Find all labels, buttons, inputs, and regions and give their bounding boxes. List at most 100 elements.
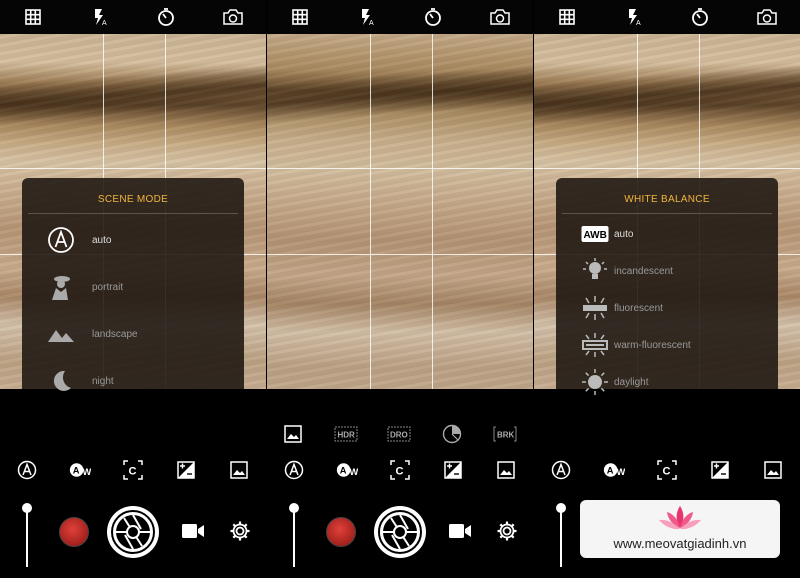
- photo-mode-icon[interactable]: [762, 459, 784, 481]
- photo-mode-icon[interactable]: [228, 459, 250, 481]
- warm-fluorescent-icon: [580, 330, 610, 360]
- flash-auto-icon[interactable]: A: [623, 6, 645, 28]
- option-label: incandescent: [614, 265, 673, 277]
- wb-option-daylight[interactable]: daylight: [556, 362, 778, 402]
- timer-icon[interactable]: [155, 6, 177, 28]
- capture-bar: [267, 495, 533, 578]
- option-label: portrait: [92, 281, 124, 293]
- lotus-logo-icon: [659, 506, 701, 530]
- slider-knob[interactable]: [556, 503, 566, 513]
- grid-line: [534, 168, 800, 169]
- scene-mode-icon[interactable]: [283, 459, 305, 481]
- settings-gear-icon[interactable]: [229, 520, 251, 547]
- option-label: warm-fluorescent: [614, 339, 691, 351]
- sun-icon: [580, 367, 610, 397]
- grid-line: [432, 34, 433, 389]
- mode-toolbar: AW C: [534, 455, 800, 485]
- record-button[interactable]: [326, 517, 356, 547]
- grid-icon[interactable]: [556, 6, 578, 28]
- wb-option-incandescent[interactable]: incandescent: [556, 251, 778, 291]
- grid-line: [267, 254, 533, 255]
- slider-knob[interactable]: [289, 503, 299, 513]
- zoom-slider[interactable]: [22, 503, 32, 567]
- svg-text:A: A: [73, 465, 80, 475]
- watermark: www.meovatgiadinh.vn: [580, 500, 780, 558]
- popup-title: SCENE MODE: [28, 178, 238, 214]
- svg-text:A: A: [102, 20, 107, 26]
- svg-text:AWB: AWB: [584, 230, 607, 241]
- photo-mode-icon[interactable]: [280, 423, 306, 445]
- exposure-icon[interactable]: [442, 459, 464, 481]
- focus-bracketing-icon[interactable]: [439, 423, 465, 445]
- option-label: fluorescent: [614, 302, 663, 314]
- auto-a-icon: [46, 225, 76, 255]
- color-effect-icon[interactable]: C: [389, 459, 411, 481]
- wb-option-fluorescent[interactable]: fluorescent: [556, 288, 778, 328]
- timer-icon[interactable]: [689, 6, 711, 28]
- exposure-icon[interactable]: [175, 459, 197, 481]
- color-effect-icon[interactable]: C: [122, 459, 144, 481]
- settings-gear-icon[interactable]: [496, 520, 518, 547]
- scene-option-auto[interactable]: auto: [22, 220, 244, 260]
- grid-icon[interactable]: [22, 6, 44, 28]
- camera-switch-icon[interactable]: [756, 6, 778, 28]
- camera-screen-scene-mode: A SCENE MODE auto portrait landscape nig…: [0, 0, 266, 578]
- brk-icon[interactable]: BRK: [492, 423, 518, 445]
- grid-icon[interactable]: [289, 6, 311, 28]
- exposure-icon[interactable]: [709, 459, 731, 481]
- scene-option-portrait[interactable]: portrait: [22, 267, 244, 307]
- viewfinder[interactable]: [267, 34, 533, 389]
- flash-auto-icon[interactable]: A: [89, 6, 111, 28]
- popup-title: WHITE BALANCE: [562, 178, 772, 214]
- slider-knob[interactable]: [22, 503, 32, 513]
- white-balance-icon[interactable]: AW: [69, 459, 91, 481]
- color-effect-icon[interactable]: C: [656, 459, 678, 481]
- scene-mode-popup: SCENE MODE auto portrait landscape night: [22, 178, 244, 391]
- white-balance-icon[interactable]: AW: [336, 459, 358, 481]
- timer-icon[interactable]: [422, 6, 444, 28]
- wb-option-warm-fluorescent[interactable]: warm-fluorescent: [556, 325, 778, 365]
- white-balance-popup: WHITE BALANCE AWB auto incandescent fluo…: [556, 178, 778, 395]
- extra-mode-toolbar: HDR DRO BRK: [280, 423, 518, 445]
- scene-mode-icon[interactable]: [16, 459, 38, 481]
- watermark-text: www.meovatgiadinh.vn: [613, 536, 747, 551]
- camera-switch-icon[interactable]: [222, 6, 244, 28]
- svg-text:HDR: HDR: [338, 431, 356, 440]
- landscape-icon: [46, 319, 76, 349]
- svg-text:A: A: [369, 20, 374, 26]
- top-toolbar: A: [267, 0, 533, 34]
- photo-mode-icon[interactable]: [495, 459, 517, 481]
- capture-bar: [0, 495, 266, 578]
- option-label: daylight: [614, 376, 649, 388]
- camera-switch-icon[interactable]: [489, 6, 511, 28]
- dro-icon[interactable]: DRO: [386, 423, 412, 445]
- svg-text:BRK: BRK: [497, 431, 515, 440]
- video-icon[interactable]: [181, 522, 205, 545]
- hdr-icon[interactable]: HDR: [333, 423, 359, 445]
- scene-option-landscape[interactable]: landscape: [22, 314, 244, 354]
- shutter-button[interactable]: [107, 506, 159, 558]
- grid-line: [370, 34, 371, 389]
- option-label: landscape: [92, 328, 138, 340]
- video-icon[interactable]: [448, 522, 472, 545]
- portrait-icon: [46, 272, 76, 302]
- svg-text:W: W: [349, 467, 357, 477]
- awb-icon: AWB: [580, 219, 610, 249]
- scene-option-night[interactable]: night: [22, 361, 244, 401]
- grid-line: [0, 168, 266, 169]
- wb-option-auto[interactable]: AWB auto: [556, 214, 778, 254]
- top-toolbar: A: [534, 0, 800, 34]
- option-label: auto: [92, 234, 112, 246]
- zoom-slider[interactable]: [556, 503, 566, 567]
- zoom-slider[interactable]: [289, 503, 299, 567]
- svg-text:C: C: [662, 466, 670, 478]
- svg-text:C: C: [395, 466, 403, 478]
- mode-toolbar: AW C: [0, 455, 266, 485]
- scene-mode-icon[interactable]: [550, 459, 572, 481]
- shutter-button[interactable]: [374, 506, 426, 558]
- flash-auto-icon[interactable]: A: [356, 6, 378, 28]
- record-button[interactable]: [59, 517, 89, 547]
- svg-text:C: C: [128, 466, 136, 478]
- white-balance-icon[interactable]: AW: [603, 459, 625, 481]
- svg-text:A: A: [607, 465, 614, 475]
